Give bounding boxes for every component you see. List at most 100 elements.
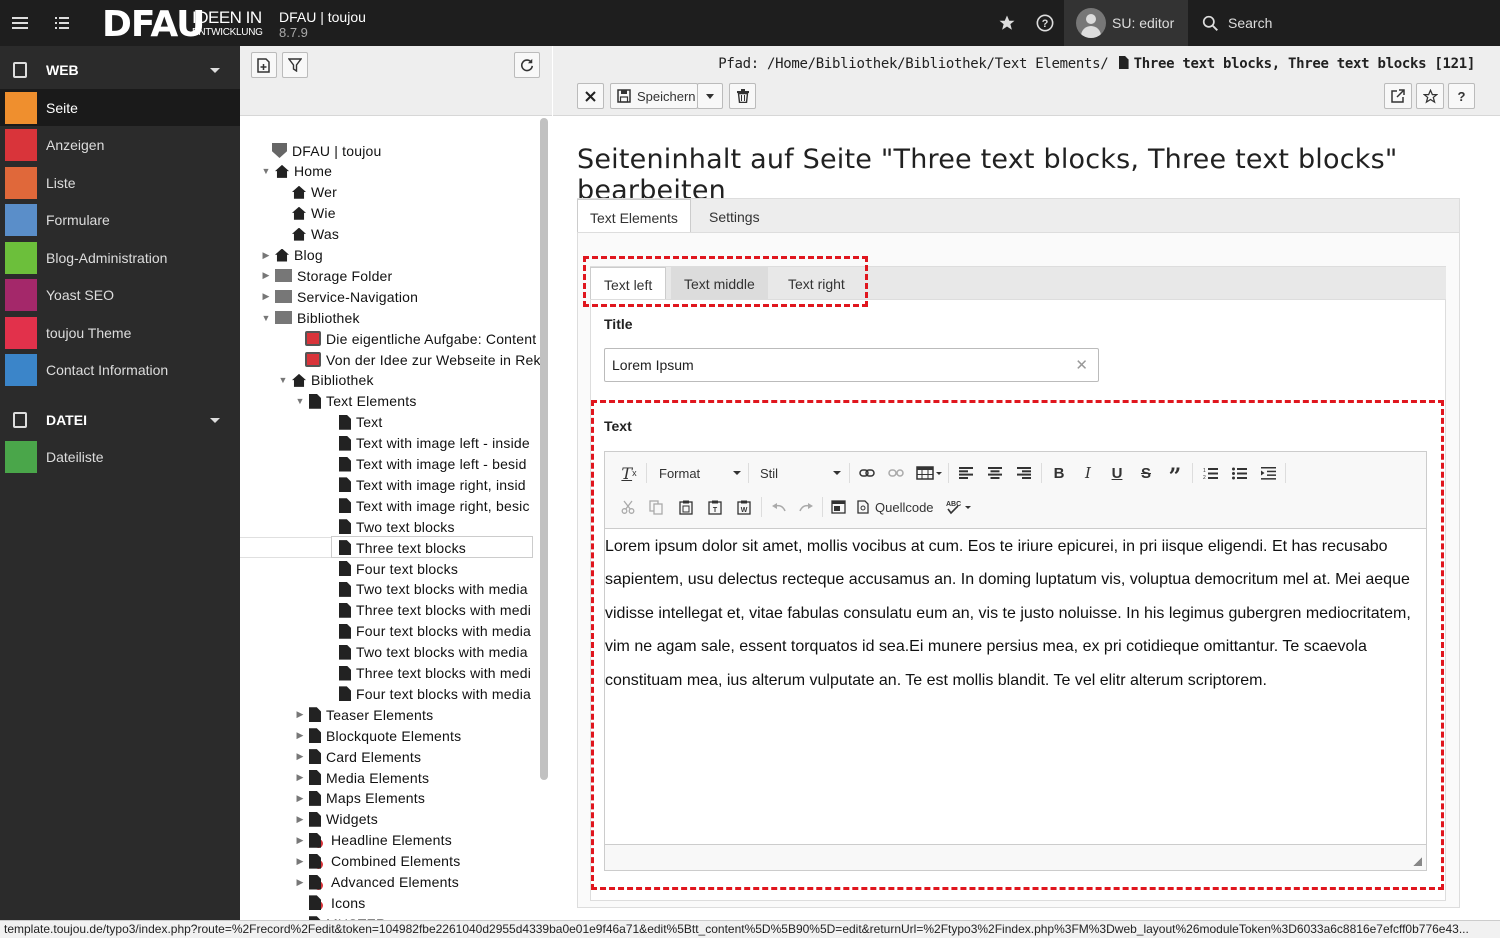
module-item-blog-administration[interactable]: Blog-Administration [0, 239, 240, 276]
tree-node[interactable]: ▶ Advanced Elements [295, 872, 459, 893]
title-input[interactable]: Lorem Ipsum ✕ [604, 348, 1099, 382]
tree-node[interactable]: Four text blocks [325, 558, 458, 579]
expand-icon[interactable]: ▶ [295, 856, 305, 867]
tree-node[interactable]: Three text blocks with medi [325, 663, 531, 684]
collapse-icon[interactable]: ▼ [261, 313, 271, 323]
chevron-down-icon [210, 68, 220, 73]
expand-icon[interactable]: ▶ [261, 250, 271, 261]
tab-settings[interactable]: Settings [697, 199, 772, 234]
module-group-datei[interactable]: DATEI [0, 398, 240, 442]
tree-node[interactable]: ▶ Combined Elements [295, 851, 460, 872]
expand-icon[interactable]: ▶ [295, 772, 305, 783]
collapse-icon[interactable]: ▼ [261, 166, 271, 176]
tree-node[interactable]: Text [325, 412, 382, 433]
delete-button[interactable] [729, 83, 756, 109]
tree-node[interactable]: ▶ Widgets [295, 809, 378, 830]
module-item-seite[interactable]: Seite [0, 89, 240, 126]
module-item-contact-information[interactable]: Contact Information [0, 352, 240, 389]
tree-node[interactable]: MUSTER [295, 913, 386, 920]
svg-text:?: ? [1042, 18, 1049, 30]
tree-node[interactable]: ▶ Service-Navigation [261, 286, 418, 307]
module-item-liste[interactable]: Liste [0, 164, 240, 201]
tree-node[interactable]: ▶ Storage Folder [261, 265, 392, 286]
tree-node[interactable]: DFAU | toujou [258, 140, 382, 161]
tree-node[interactable]: Icons [295, 892, 365, 913]
tree-node[interactable]: Text with image left - inside [325, 433, 530, 454]
bookmark-star-icon[interactable] [987, 0, 1027, 46]
tree-node[interactable]: ▼ Text Elements [295, 391, 417, 412]
expand-icon[interactable]: ▶ [261, 291, 271, 302]
open-new-window-button[interactable] [1384, 83, 1412, 109]
close-button[interactable] [577, 83, 604, 109]
page-icon [339, 623, 351, 639]
tab-text-elements[interactable]: Text Elements [577, 199, 691, 235]
tree-node[interactable]: Four text blocks with media [325, 683, 531, 704]
tree-node[interactable]: ▶ Media Elements [295, 767, 429, 788]
tree-node[interactable]: Three text blocks [325, 537, 466, 558]
seite-module-icon [5, 91, 37, 124]
expand-icon[interactable]: ▶ [295, 709, 305, 720]
tree-node[interactable]: Text with image right, besic [325, 495, 530, 516]
tree-node[interactable]: Wer [278, 182, 337, 203]
user-menu[interactable]: SU: editor [1064, 0, 1188, 46]
tree-node[interactable]: Von der Idee zur Webseite in Rek [291, 349, 541, 370]
module-item-anzeigen[interactable]: Anzeigen [0, 127, 240, 164]
dfau-logo[interactable]: DFAU IDEEN IN ENTWICKLUNG [82, 0, 268, 46]
refresh-icon[interactable] [514, 52, 540, 78]
collapse-icon[interactable]: ▼ [278, 375, 288, 385]
anzeigen-module-icon [5, 129, 37, 161]
clear-icon[interactable]: ✕ [1075, 356, 1088, 374]
save-button[interactable]: Speichern [610, 83, 698, 109]
tree-node[interactable]: Four text blocks with media [325, 621, 531, 642]
expand-icon[interactable]: ▶ [295, 751, 305, 762]
module-item-formulare[interactable]: Formulare [0, 202, 240, 239]
page-icon [339, 644, 351, 660]
tree-node-label: Wer [311, 184, 338, 201]
expand-icon[interactable]: ▶ [261, 270, 271, 281]
tree-node[interactable]: Text with image right, insid [325, 474, 526, 495]
tree-node[interactable]: ▼ Bibliothek [261, 307, 360, 328]
search-icon [1202, 15, 1219, 32]
collapse-icon[interactable]: ▼ [295, 396, 305, 406]
tree-node[interactable]: Two text blocks with media [325, 579, 528, 600]
menu-toggle-icon[interactable] [0, 0, 40, 46]
tree-node[interactable]: ▶ Card Elements [295, 746, 421, 767]
tree-node[interactable]: ▼ Home [261, 161, 332, 182]
module-item-dateiliste[interactable]: Dateiliste [0, 438, 240, 475]
search-toggle[interactable]: Search [1188, 0, 1500, 46]
module-item-toujou-theme[interactable]: toujou Theme [0, 314, 240, 351]
tree-node[interactable]: ▼ Bibliothek [278, 370, 374, 391]
logo-line1: IDEEN IN [192, 8, 262, 27]
tree-toggle-icon[interactable] [42, 0, 82, 46]
bookmark-button[interactable] [1416, 83, 1444, 109]
module-item-yoast-seo[interactable]: Yoast SEO [0, 277, 240, 314]
filter-icon[interactable] [282, 52, 308, 78]
tree-node[interactable]: ▶ Maps Elements [295, 788, 425, 809]
new-page-icon[interactable] [251, 52, 277, 78]
help-icon[interactable]: ? [1025, 0, 1065, 46]
expand-icon[interactable]: ▶ [295, 877, 305, 888]
expand-icon[interactable]: ▶ [295, 793, 305, 804]
tree-node[interactable]: Two text blocks [325, 516, 455, 537]
module-group-web[interactable]: WEB [0, 48, 240, 92]
tree-node[interactable]: ▶ Blog [261, 245, 323, 266]
tree-node[interactable]: Was [278, 224, 339, 245]
page-icon [339, 414, 351, 430]
expand-icon[interactable]: ▶ [295, 814, 305, 825]
tree-node[interactable]: Two text blocks with media [325, 642, 528, 663]
tree-node[interactable]: Three text blocks with medi [325, 600, 531, 621]
help-button[interactable]: ? [1448, 83, 1475, 109]
tree-node[interactable]: Wie [278, 203, 336, 224]
tree-node[interactable]: Text with image left - besid [325, 454, 527, 475]
tree-scrollbar[interactable] [540, 118, 548, 780]
tree-node[interactable]: Die eigentliche Aufgabe: Content [291, 328, 536, 349]
chevron-down-icon [210, 418, 220, 423]
home-icon [292, 227, 306, 241]
tree-node[interactable]: ▶ Blockquote Elements [295, 725, 461, 746]
tree-node[interactable]: ▶ Teaser Elements [295, 704, 433, 725]
save-dropdown-button[interactable] [697, 83, 723, 109]
expand-icon[interactable]: ▶ [295, 730, 305, 741]
tree-node[interactable]: ▶ Headline Elements [295, 830, 452, 851]
home-icon [275, 164, 289, 178]
expand-icon[interactable]: ▶ [295, 835, 305, 846]
